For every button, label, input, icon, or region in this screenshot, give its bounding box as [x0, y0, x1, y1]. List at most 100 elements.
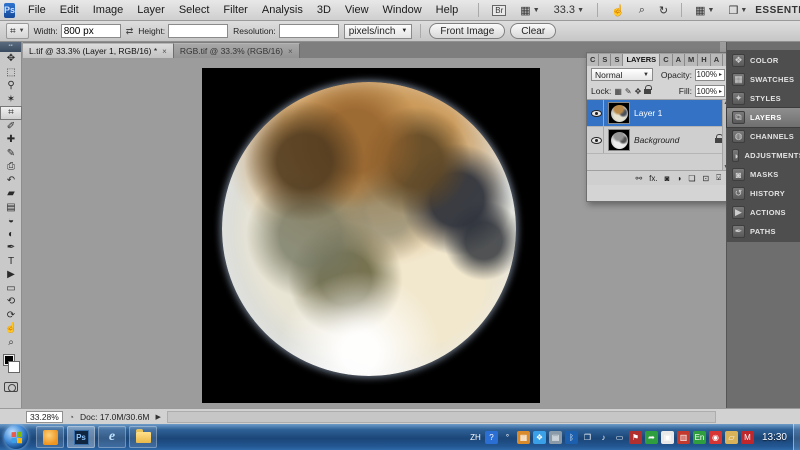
dodge-tool[interactable]: ◐ — [0, 228, 22, 242]
app-grid-icon[interactable]: ▦ — [516, 430, 530, 444]
zoom-level-control[interactable]: 33.3 ▼ — [550, 2, 588, 18]
resolution-input[interactable] — [278, 24, 339, 38]
panel-tab[interactable]: C — [660, 54, 673, 66]
close-icon[interactable]: × — [288, 47, 293, 56]
moon-image[interactable] — [202, 68, 540, 403]
taskbar-clock[interactable]: 13:30 — [762, 432, 787, 443]
layer-row-background[interactable]: Background — [587, 127, 729, 154]
taskbar-app-explorer[interactable] — [129, 426, 157, 448]
PATHS[interactable]: ✒ PATHS — [727, 222, 800, 241]
quick-selection-tool[interactable]: ✶ — [0, 93, 22, 107]
history-brush-tool[interactable]: ↶ — [0, 174, 22, 188]
arrange-documents-button[interactable]: ▦ ▼ — [691, 2, 718, 19]
fill-field[interactable]: 100% ▸ — [695, 85, 725, 97]
visibility-eye-icon[interactable] — [591, 136, 602, 144]
width-input[interactable] — [60, 24, 121, 38]
menu-item[interactable]: 3D — [310, 2, 338, 18]
layer-style-icon[interactable]: fx. — [649, 174, 657, 183]
delete-layer-icon[interactable]: ⍌ — [716, 173, 721, 183]
visibility-eye-icon[interactable] — [591, 109, 602, 117]
m-app-icon[interactable]: M — [740, 430, 754, 444]
layer-row-layer1[interactable]: Layer 1 — [587, 100, 729, 127]
blend-mode-dropdown[interactable]: Normal ▼ — [591, 68, 653, 81]
zoom-percent-field[interactable]: 33.28% — [26, 410, 63, 423]
workspace-switcher[interactable]: ESSENTIALS▼ — [755, 5, 800, 16]
ACTIONS[interactable]: ▶ ACTIONS — [727, 203, 800, 222]
antivirus-icon[interactable]: ◉ — [708, 430, 722, 444]
display-icon[interactable]: ▭ — [613, 431, 626, 444]
panel-tab[interactable]: C — [587, 54, 600, 66]
panel-tab[interactable]: S — [611, 54, 624, 66]
swap-dimensions-icon[interactable]: ⇄ — [126, 26, 134, 37]
rotate-view-button[interactable]: ↻ — [655, 2, 672, 19]
panel-tab[interactable]: H — [698, 54, 711, 66]
resolution-unit-dropdown[interactable]: pixels/inch ▼ — [343, 23, 413, 39]
zoom-tool[interactable]: ⌕ — [0, 336, 22, 350]
tool-preset-picker[interactable]: ⌗ ▼ — [6, 23, 29, 39]
MASKS[interactable]: ◙ MASKS — [727, 165, 800, 184]
blur-tool[interactable]: ◒ — [0, 214, 22, 228]
pen-tool[interactable]: ✒ — [0, 241, 22, 255]
updater-icon[interactable]: ° — [501, 431, 514, 444]
lasso-tool[interactable]: ⚲ — [0, 79, 22, 93]
hand-tool[interactable]: ☝ — [0, 322, 22, 336]
lock-pixels-icon[interactable]: ✎ — [625, 87, 632, 96]
bluetooth-icon[interactable]: ᛒ — [564, 430, 578, 444]
menu-item[interactable]: Help — [429, 2, 466, 18]
link-layers-icon[interactable]: ⚯ — [635, 174, 642, 183]
LAYERS[interactable]: ⧉ LAYERS — [726, 107, 800, 128]
zoom-tool-button[interactable]: ⌕ — [635, 2, 649, 19]
3d-orbit-tool[interactable]: ⟳ — [0, 309, 22, 323]
lock-transparency-icon[interactable]: ▦ — [614, 87, 622, 96]
move-tool[interactable]: ✥ — [0, 52, 22, 66]
front-image-button[interactable]: Front Image — [429, 23, 506, 39]
panel-grip[interactable]: ▪▪ — [0, 42, 21, 52]
COLOR[interactable]: ❖ COLOR — [727, 51, 800, 70]
menu-item[interactable]: Edit — [53, 2, 86, 18]
window-icon[interactable]: ❐ — [581, 431, 594, 444]
3d-rotate-tool[interactable]: ⟲ — [0, 295, 22, 309]
start-button[interactable] — [4, 425, 28, 449]
HISTORY[interactable]: ↺ HISTORY — [727, 184, 800, 203]
close-icon[interactable]: × — [162, 47, 167, 56]
type-tool[interactable]: T — [0, 255, 22, 269]
SWATCHES[interactable]: ▦ SWATCHES — [727, 70, 800, 89]
STYLES[interactable]: ✦ STYLES — [727, 89, 800, 108]
panel-tab[interactable]: A — [672, 54, 686, 66]
safely-remove-icon[interactable]: ➦ — [644, 430, 658, 444]
panel-tab[interactable]: M — [685, 54, 699, 66]
adjustment-layer-icon[interactable]: ◑ — [676, 174, 681, 183]
taskbar-app-orange[interactable] — [36, 426, 64, 448]
layer-thumbnail[interactable] — [608, 102, 630, 124]
action-center-icon[interactable]: ⚑ — [628, 430, 642, 444]
menu-item[interactable]: Select — [172, 2, 217, 18]
layer-mask-icon[interactable]: ◙ — [665, 174, 670, 183]
CHANNELS[interactable]: ◍ CHANNELS — [727, 127, 800, 146]
background-color-swatch[interactable] — [8, 361, 20, 373]
tray-app-red-icon[interactable]: ▥ — [676, 430, 690, 444]
brush-tool[interactable]: ✎ — [0, 147, 22, 161]
view-extras-button[interactable]: ▦ ▼ — [516, 2, 543, 19]
clear-button[interactable]: Clear — [510, 23, 557, 39]
document-tab-inactive[interactable]: RGB.tif @ 33.3% (RGB/16) × — [173, 43, 300, 58]
taskbar-app-internet-explorer[interactable]: e — [98, 426, 126, 448]
menu-item[interactable]: Filter — [216, 2, 254, 18]
clone-stamp-tool[interactable]: ⎙ — [0, 160, 22, 174]
layer-thumbnail[interactable] — [608, 129, 630, 151]
lock-position-icon[interactable]: ✥ — [635, 87, 642, 96]
menu-item[interactable]: File — [21, 2, 53, 18]
help-icon[interactable]: ? — [484, 430, 498, 444]
ADJUSTMENTS[interactable]: ◑ ADJUSTMENTS — [727, 146, 800, 165]
quick-mask-button[interactable] — [3, 382, 18, 392]
clipboard-icon[interactable]: ▤ — [548, 430, 562, 444]
document-tab-active[interactable]: L.tif @ 33.3% (Layer 1, RGB/16) * × — [23, 43, 174, 58]
launch-bridge-button[interactable]: Br — [488, 3, 510, 18]
menu-item[interactable]: Window — [376, 2, 429, 18]
eraser-tool[interactable]: ▰ — [0, 187, 22, 201]
hand-tool-button[interactable]: ☝ — [607, 2, 629, 19]
menu-item[interactable]: Analysis — [255, 2, 310, 18]
marquee-tool[interactable]: ⬚ — [0, 66, 22, 80]
layer-group-icon[interactable]: ❏ — [688, 174, 695, 183]
eyedropper-tool[interactable]: ✐ — [0, 120, 22, 134]
taskbar-app-photoshop[interactable]: Ps — [67, 426, 95, 448]
